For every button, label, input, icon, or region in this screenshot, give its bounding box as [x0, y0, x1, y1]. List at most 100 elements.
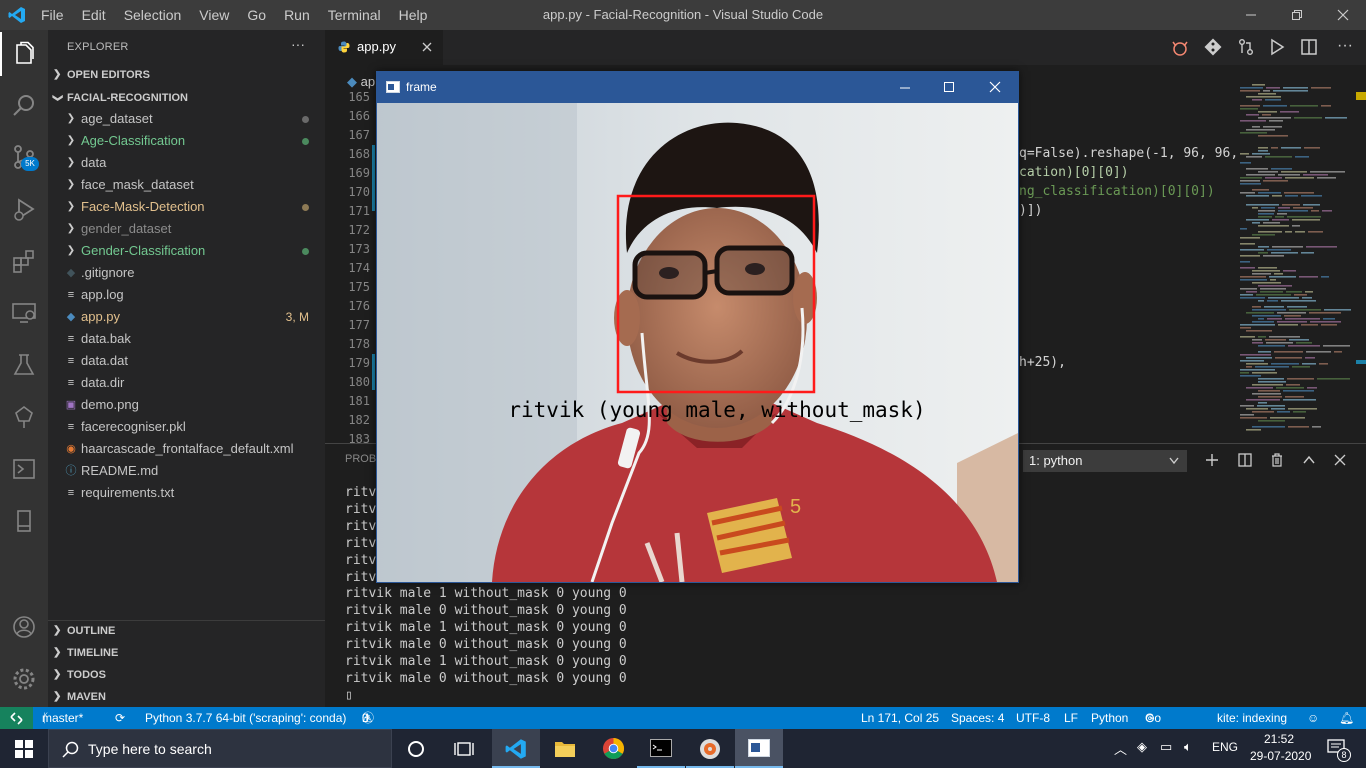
tree-file[interactable]: ≡ data.dir [48, 372, 325, 394]
taskbar-search[interactable]: Type here to search [48, 729, 392, 768]
menu-file[interactable]: File [41, 7, 71, 23]
minimap[interactable] [1236, 80, 1356, 440]
tree-folder[interactable]: ❯ Face-Mask-Detection [48, 196, 325, 218]
trash-icon[interactable] [1270, 453, 1284, 467]
open-changes-icon[interactable] [1237, 38, 1257, 58]
editor-scrollbar[interactable] [1356, 80, 1366, 440]
run-file-icon[interactable] [1268, 38, 1288, 58]
language-mode[interactable]: Python [1091, 707, 1128, 729]
settings-gear-icon[interactable] [0, 655, 48, 703]
more-editor-actions-icon[interactable]: ··· [1337, 37, 1353, 55]
kite-status[interactable]: kite: indexing [1217, 707, 1287, 729]
action-center[interactable]: 8 [1318, 729, 1358, 768]
encoding[interactable]: UTF-8 [1016, 707, 1050, 729]
terminal-icon[interactable] [0, 445, 48, 493]
run-debug-icon[interactable] [0, 185, 48, 233]
maximize-panel-icon[interactable] [1302, 454, 1316, 466]
tree-file[interactable]: ≡ data.dat [48, 350, 325, 372]
split-editor-icon[interactable] [1300, 38, 1320, 58]
menu-view[interactable]: View [199, 7, 236, 23]
tree-folder[interactable]: ❯ face_mask_dataset [48, 174, 325, 196]
tree-folder[interactable]: ❯ age_dataset [48, 108, 325, 130]
minimize-button[interactable] [1228, 0, 1274, 30]
section-todos[interactable]: ❯ TODOS [48, 664, 325, 686]
taskbar-media[interactable] [686, 729, 734, 768]
taskbar-cmd[interactable] [637, 729, 685, 768]
git-diff-icon[interactable] [1204, 38, 1224, 58]
dropbox-icon[interactable]: ◈ [1137, 739, 1147, 755]
explorer-sidebar: EXPLORER ··· ❯ OPEN EDITORS ❯ FACIAL-RECOG… [48, 30, 325, 707]
new-terminal-icon[interactable] [1205, 453, 1219, 467]
tree-file[interactable]: ⓘ README.md [48, 460, 325, 482]
taskbar-chrome[interactable] [589, 729, 637, 768]
restore-button[interactable] [1274, 0, 1320, 30]
cortana-icon[interactable] [407, 740, 425, 758]
cat-icon[interactable] [1171, 38, 1191, 58]
frame-title-bar[interactable]: frame [377, 72, 1018, 103]
tree-folder[interactable]: ❯ Gender-Classification [48, 240, 325, 262]
section-timeline[interactable]: ❯ TIMELINE [48, 642, 325, 664]
tree-file[interactable]: ≡ data.bak [48, 328, 325, 350]
tree-folder[interactable]: ❯ gender_dataset [48, 218, 325, 240]
task-view-icon[interactable] [454, 740, 474, 758]
taskbar-file-explorer[interactable] [541, 729, 589, 768]
close-panel-icon[interactable] [1334, 454, 1346, 466]
vscode-logo-icon[interactable] [8, 6, 26, 24]
tree-file[interactable]: ≡ requirements.txt [48, 482, 325, 504]
terminal-select[interactable]: 1: python [1023, 450, 1187, 472]
account-icon[interactable] [0, 603, 48, 651]
tree-icon[interactable] [0, 393, 48, 441]
more-actions-icon[interactable]: ··· [291, 36, 305, 52]
sync-icon[interactable]: ⟳ [115, 707, 125, 729]
minimize-icon[interactable] [899, 82, 911, 94]
tab-close-icon[interactable] [422, 42, 432, 52]
tab-app-py[interactable]: app.py [325, 30, 443, 65]
maximize-icon[interactable] [943, 81, 955, 93]
tree-file[interactable]: ◉ haarcascade_frontalface_default.xml [48, 438, 325, 460]
section-maven[interactable]: ❯ MAVEN [48, 686, 325, 708]
tree-file[interactable]: ▣ demo.png [48, 394, 325, 416]
clock-date[interactable]: 29-07-2020 [1250, 749, 1311, 763]
close-window-button[interactable] [1320, 0, 1366, 30]
taskbar-frame-window[interactable] [735, 729, 783, 768]
windows-start-icon[interactable] [15, 740, 33, 758]
device-icon[interactable] [0, 497, 48, 545]
opencv-frame-window[interactable]: frame 5 ritvik (young male, without_mask… [376, 71, 1019, 583]
extensions-icon[interactable] [0, 237, 48, 285]
show-hidden-icons[interactable]: ︿ [1114, 739, 1127, 758]
tree-file[interactable]: ◆ app.py 3, M [48, 306, 325, 328]
menu-selection[interactable]: Selection [124, 7, 189, 23]
tree-file[interactable]: ≡ facerecogniser.pkl [48, 416, 325, 438]
split-terminal-icon[interactable] [1238, 453, 1252, 467]
menu-run[interactable]: Run [284, 7, 317, 23]
explorer-icon[interactable] [0, 30, 48, 78]
menu-go[interactable]: Go [247, 7, 273, 23]
close-icon[interactable] [989, 81, 1001, 93]
network-icon[interactable]: ▭ [1160, 739, 1172, 755]
tree-folder[interactable]: ❯ Age-Classification [48, 130, 325, 152]
language-indicator[interactable]: ENG [1212, 740, 1238, 754]
menu-help[interactable]: Help [399, 7, 435, 23]
notifications-icon[interactable]: 🔔︎ [1339, 707, 1354, 729]
source-control-icon[interactable]: 5K [0, 133, 48, 181]
open-editors-section[interactable]: ❯ OPEN EDITORS [48, 64, 325, 86]
end-of-line[interactable]: LF [1064, 707, 1078, 729]
menu-terminal[interactable]: Terminal [328, 7, 388, 23]
search-icon[interactable] [0, 81, 48, 129]
tree-file[interactable]: ≡ app.log [48, 284, 325, 306]
python-interpreter[interactable]: Python 3.7.7 64-bit ('scraping': conda) [145, 707, 346, 729]
menu-edit[interactable]: Edit [82, 7, 113, 23]
project-section[interactable]: ❯ FACIAL-RECOGNITION [48, 87, 325, 109]
clock-time[interactable]: 21:52 [1264, 732, 1294, 746]
testing-icon[interactable] [0, 341, 48, 389]
feedback-icon[interactable]: ☺ [1307, 707, 1319, 729]
indentation[interactable]: Spaces: 4 [951, 707, 1004, 729]
tree-file[interactable]: ◆ .gitignore [48, 262, 325, 284]
remote-explorer-icon[interactable] [0, 289, 48, 337]
section-outline[interactable]: ❯ OUTLINE [48, 620, 325, 642]
taskbar-vscode[interactable] [492, 729, 540, 768]
cursor-position[interactable]: Ln 171, Col 25 [861, 707, 939, 729]
volume-icon[interactable]: 🔈︎ [1184, 739, 1192, 755]
remote-indicator[interactable] [0, 707, 33, 729]
tree-folder[interactable]: ❯ data [48, 152, 325, 174]
